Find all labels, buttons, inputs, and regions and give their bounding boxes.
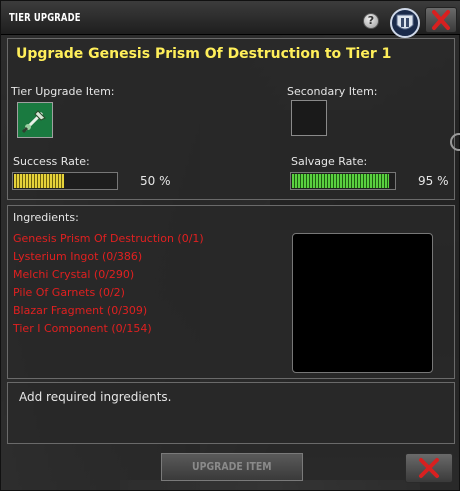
status-message-panel: Add required ingredients. xyxy=(7,382,455,444)
secondary-item-label: Secondary Item: xyxy=(287,85,378,98)
status-message: Add required ingredients. xyxy=(19,390,172,404)
ingredient-item[interactable]: Lysterium Ingot (0/386) xyxy=(13,248,204,266)
title-bar[interactable]: TIER UPGRADE ? xyxy=(1,1,460,38)
scroll-right-icon[interactable] xyxy=(449,127,460,157)
item-preview-box xyxy=(292,233,433,373)
upgrade-title: Upgrade Genesis Prism Of Destruction to … xyxy=(16,46,392,62)
success-rate-label: Success Rate: xyxy=(13,155,90,168)
shield-icon xyxy=(390,8,420,38)
ingredient-item[interactable]: Tier I Component (0/154) xyxy=(13,320,204,338)
close-icon xyxy=(432,10,450,30)
salvage-rate-bar xyxy=(290,172,396,190)
cancel-button[interactable] xyxy=(405,453,453,483)
ingredient-item[interactable]: Blazar Fragment (0/309) xyxy=(13,302,204,320)
close-button[interactable] xyxy=(425,7,457,33)
ingredient-item[interactable]: Pile Of Garnets (0/2) xyxy=(13,284,204,302)
ingredients-list: Genesis Prism Of Destruction (0/1) Lyste… xyxy=(13,230,204,338)
salvage-rate-value: 95 % xyxy=(418,174,449,188)
ingredients-panel: Ingredients: Genesis Prism Of Destructio… xyxy=(7,205,455,379)
success-rate-bar xyxy=(12,172,118,190)
close-icon xyxy=(419,458,439,478)
tier-upgrade-window: TIER UPGRADE ? Upgrade Genesis Prism Of … xyxy=(0,0,460,491)
prism-weapon-icon xyxy=(18,103,52,137)
upgrade-item-button-label: UPGRADE ITEM xyxy=(192,460,272,473)
secondary-item-slot[interactable] xyxy=(291,100,327,136)
success-rate-fill xyxy=(14,174,64,188)
upgrade-item-button[interactable]: UPGRADE ITEM xyxy=(161,453,303,481)
tier-upgrade-item-slot[interactable] xyxy=(17,102,53,138)
salvage-rate-fill xyxy=(292,174,389,188)
salvage-rate-label: Salvage Rate: xyxy=(291,155,368,168)
ingredients-header: Ingredients: xyxy=(13,211,79,224)
help-button[interactable]: ? xyxy=(363,13,379,29)
ingredient-item[interactable]: Melchi Crystal (0/290) xyxy=(13,266,204,284)
ingredient-item[interactable]: Genesis Prism Of Destruction (0/1) xyxy=(13,230,204,248)
upgrade-info-panel: Upgrade Genesis Prism Of Destruction to … xyxy=(7,38,455,200)
tier-upgrade-item-label: Tier Upgrade Item: xyxy=(11,85,115,98)
success-rate-value: 50 % xyxy=(140,174,171,188)
window-title: TIER UPGRADE xyxy=(9,11,81,24)
